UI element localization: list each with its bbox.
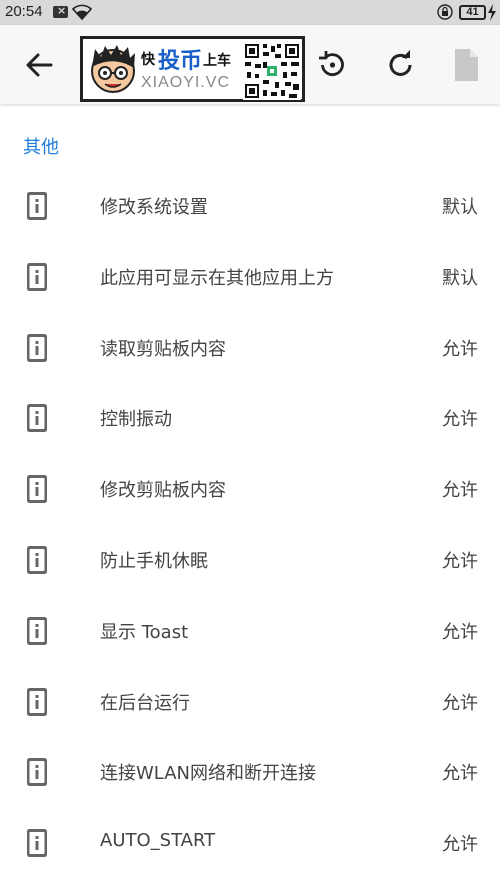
permission-value: 允许 (442, 621, 478, 643)
permission-label: 控制振动 (100, 409, 172, 431)
info-icon (27, 616, 47, 645)
status-bar: 20:54 × 41 (0, 0, 500, 25)
notification-x-icon: × (53, 4, 68, 18)
section-title: 其他 (23, 137, 59, 158)
file-icon[interactable] (453, 48, 479, 82)
permission-label: 防止手机休眠 (100, 550, 208, 572)
info-icon (27, 545, 47, 574)
list-item[interactable]: 修改系统设置 默认 (0, 170, 500, 241)
list-item[interactable]: 控制振动 允许 (0, 382, 500, 453)
permission-label: 修改系统设置 (100, 197, 208, 218)
list-item[interactable]: AUTO_START 允许 (0, 807, 500, 878)
permission-value: 允许 (442, 692, 478, 714)
list-item[interactable]: 连接WLAN网络和断开连接 允许 (0, 736, 500, 807)
info-icon (27, 829, 47, 858)
info-icon (27, 687, 47, 716)
orientation-lock-icon (437, 4, 453, 20)
restore-icon[interactable] (316, 49, 348, 81)
refresh-icon[interactable] (385, 49, 417, 81)
list-item[interactable]: 修改剪贴板内容 允许 (0, 453, 500, 524)
info-icon (27, 333, 47, 362)
wifi-icon (72, 4, 92, 21)
info-icon (27, 262, 47, 291)
banner-text-car: 上车 (203, 53, 231, 69)
permission-value: 默认 (442, 197, 478, 218)
back-arrow-icon[interactable] (24, 50, 54, 80)
permission-label: 连接WLAN网络和断开连接 (100, 763, 317, 785)
cartoon-avatar-icon (91, 45, 135, 93)
permission-value: 允许 (442, 550, 478, 572)
permission-value: 允许 (442, 834, 478, 856)
info-icon (27, 475, 47, 504)
charging-bolt-icon (488, 4, 496, 21)
banner-text-coin: 投币 (158, 43, 202, 75)
info-icon (27, 758, 47, 787)
list-item[interactable]: 读取剪贴板内容 允许 (0, 312, 500, 383)
banner-text-fast: 快 (141, 52, 155, 68)
permission-label: 显示 Toast (100, 621, 189, 643)
banner-site: XIAOYI.VC (141, 74, 231, 91)
permission-value: 允许 (442, 338, 478, 360)
status-time: 20:54 (5, 3, 43, 20)
app-toolbar: 快 投币 上车 XIAOYI.VC (0, 25, 500, 104)
qr-code-icon (243, 42, 301, 100)
permission-value: 允许 (442, 763, 478, 785)
list-item[interactable]: 显示 Toast 允许 (0, 595, 500, 666)
permission-label: 读取剪贴板内容 (100, 338, 226, 360)
info-icon (27, 192, 47, 220)
promo-banner[interactable]: 快 投币 上车 XIAOYI.VC (80, 36, 305, 102)
list-item[interactable]: 此应用可显示在其他应用上方 默认 (0, 241, 500, 312)
list-item[interactable]: 在后台运行 允许 (0, 666, 500, 737)
permission-value: 默认 (442, 267, 478, 289)
permission-list: 修改系统设置 默认 此应用可显示在其他应用上方 默认 读取剪贴板内容 允许 控制… (0, 170, 500, 878)
permission-label: AUTO_START (100, 830, 216, 852)
info-icon (27, 404, 47, 433)
permission-label: 此应用可显示在其他应用上方 (100, 267, 334, 289)
permission-label: 修改剪贴板内容 (100, 480, 226, 502)
permission-label: 在后台运行 (100, 692, 190, 714)
permission-value: 允许 (442, 409, 478, 431)
permission-value: 允许 (442, 480, 478, 502)
banner-text-coin-label: 投币 (158, 49, 203, 74)
battery-icon: 41 (459, 5, 486, 20)
list-item[interactable]: 防止手机休眠 允许 (0, 524, 500, 595)
